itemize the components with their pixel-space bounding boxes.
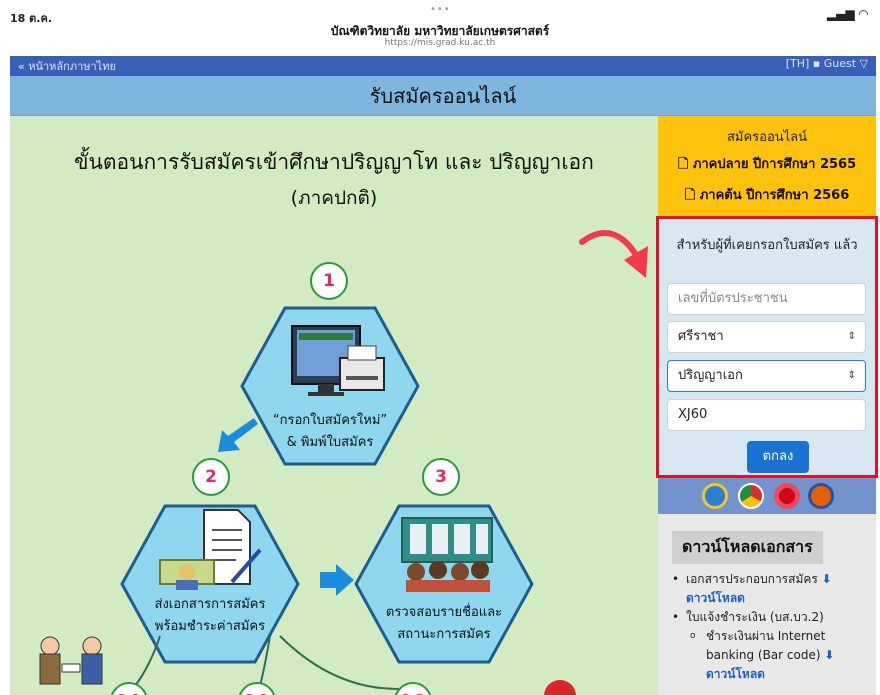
id-card-input[interactable]: เลขที่บัตรประชาชน	[667, 283, 866, 315]
apply-online-box: สมัครออนไลน์ 🗋 ภาคปลาย ปีการศึกษา 2565 🗋…	[658, 116, 876, 216]
list-item: ใบแจ้งชำระเงิน (บส.บว.2)	[672, 608, 870, 627]
downloads-panel: ดาวน์โหลดเอกสาร เอกสารประกอบการสมัคร ⬇ ด…	[658, 514, 876, 695]
campus-select[interactable]: ศรีราชา ⇕	[667, 321, 866, 353]
list-item: ชำระเงินผ่าน Internet banking (Bar code)…	[672, 627, 870, 684]
apply-link-semester-early[interactable]: 🗋 ภาคต้น ปีการศึกษา 2566	[658, 184, 876, 208]
top-nav: « หน้าหลักภาษาไทย [TH] ▪ Guest ▽	[10, 56, 876, 76]
download-link[interactable]: ดาวน์โหลด	[706, 667, 765, 681]
connector-lines	[134, 635, 416, 690]
chevron-updown-icon: ⇕	[847, 370, 856, 381]
file-icon: 🗋	[684, 188, 700, 203]
download-link[interactable]: ดาวน์โหลด	[686, 591, 745, 605]
submit-button[interactable]: ตกลง	[747, 441, 809, 473]
ie-icon	[702, 483, 728, 509]
home-link[interactable]: « หน้าหลักภาษาไทย	[18, 57, 116, 75]
more-dots-icon[interactable]: •••	[430, 4, 451, 15]
list-item: เอกสารประกอบการสมัคร ⬇ ดาวน์โหลด	[672, 570, 870, 608]
signal-wifi-icon: ▂▄▆ ◠	[826, 7, 868, 21]
status-bar: 18 ต.ค. ••• ▂▄▆ ◠ บัณฑิตวิทยาลัย มหาวิทย…	[0, 0, 880, 56]
apply-link-semester-late[interactable]: 🗋 ภาคปลาย ปีการศึกษา 2565	[658, 153, 876, 177]
downloads-list: เอกสารประกอบการสมัคร ⬇ ดาวน์โหลด ใบแจ้งช…	[672, 570, 870, 684]
code-input[interactable]: XJ60	[667, 399, 866, 431]
handshake-people-image	[39, 636, 103, 685]
download-icon[interactable]: ⬇	[822, 572, 832, 586]
main-content: ขั้นตอนการรับสมัครเข้าศึกษาปริญญาโท และ …	[10, 116, 658, 695]
degree-select[interactable]: ปริญญาเอก ⇕	[667, 360, 866, 392]
opera-icon	[774, 483, 800, 509]
chevron-updown-icon: ⇕	[847, 331, 856, 342]
chrome-icon	[738, 483, 764, 509]
supported-browsers	[658, 478, 876, 514]
firefox-icon	[808, 483, 834, 509]
downloads-title: ดาวน์โหลดเอกสาร	[672, 531, 823, 564]
page-title: รับสมัครออนไลน์	[10, 76, 876, 116]
returning-applicant-form: สำหรับผู้ที่เคยกรอกใบสมัคร แล้ว เลขที่บั…	[656, 216, 878, 478]
apply-online-title: สมัครออนไลน์	[726, 130, 808, 145]
user-menu[interactable]: [TH] ▪ Guest ▽	[786, 57, 868, 70]
file-icon: 🗋	[677, 157, 693, 172]
returning-applicant-heading: สำหรับผู้ที่เคยกรอกใบสมัคร แล้ว	[676, 238, 858, 253]
red-pointer-arrow-icon	[579, 230, 648, 278]
download-icon[interactable]: ⬇	[824, 648, 834, 662]
site-url[interactable]: https://mis.grad.ku.ac.th	[0, 38, 880, 48]
red-badge-icon	[544, 680, 576, 695]
